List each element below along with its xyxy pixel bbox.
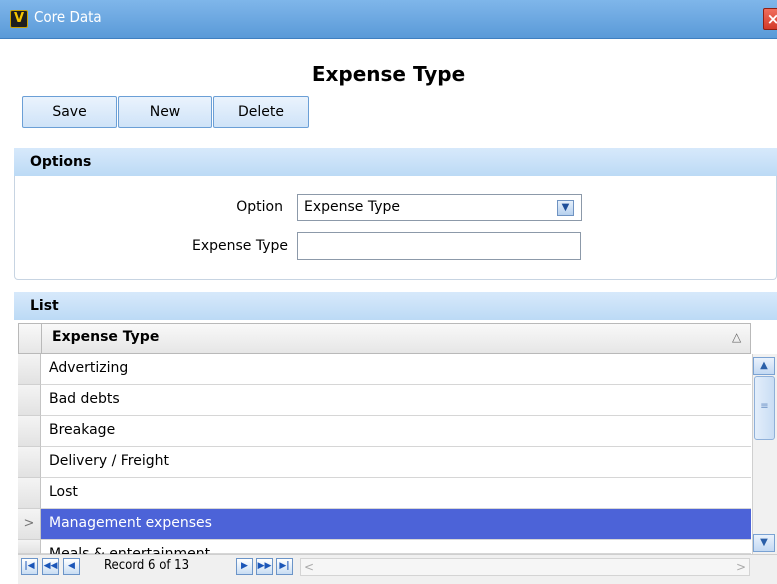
first-record-icon[interactable]: |◀ [21, 558, 38, 575]
row-selector[interactable] [18, 416, 41, 447]
chevron-down-icon[interactable]: ▼ [557, 200, 574, 216]
previous-page-icon[interactable]: ◀◀ [42, 558, 59, 575]
delete-button[interactable]: Delete [213, 96, 309, 128]
row-label: Breakage [49, 422, 116, 438]
scroll-up-icon[interactable]: ▲ [753, 357, 775, 375]
row-selector[interactable] [18, 385, 41, 416]
page-title: Expense Type [311, 62, 466, 86]
option-label: Option [236, 199, 283, 215]
scroll-thumb[interactable]: ≡ [754, 376, 775, 440]
table-row[interactable] [18, 416, 751, 447]
row-selector[interactable]: > [18, 509, 41, 540]
last-record-icon[interactable]: ▶| [276, 558, 293, 575]
close-button[interactable]: × [763, 8, 777, 30]
scroll-down-icon[interactable]: ▼ [753, 534, 775, 552]
row-selector[interactable] [18, 354, 41, 385]
option-select[interactable]: Expense Type [297, 194, 582, 221]
column-header-expense-type[interactable]: Expense Type [52, 329, 159, 345]
row-label: Delivery / Freight [49, 453, 169, 469]
list-panel-header: List [14, 292, 777, 320]
table-row[interactable] [18, 478, 751, 509]
app-logo-icon: V [10, 10, 28, 28]
expense-type-label: Expense Type [191, 238, 288, 254]
scroll-right-icon[interactable]: > [733, 558, 749, 576]
sort-icon[interactable]: △ [732, 330, 741, 344]
horizontal-scrollbar[interactable] [300, 558, 750, 576]
options-panel-header: Options [14, 148, 777, 176]
row-selector[interactable] [18, 447, 41, 478]
expense-type-input[interactable] [297, 232, 581, 260]
row-label: Meals & entertainment [49, 546, 211, 554]
options-panel [14, 176, 777, 280]
save-button[interactable]: Save [22, 96, 117, 128]
scroll-left-icon[interactable]: < [301, 558, 317, 576]
row-label: Bad debts [49, 391, 120, 407]
previous-record-icon[interactable]: ◀ [63, 558, 80, 575]
next-record-icon[interactable]: ▶ [236, 558, 253, 575]
window-title: Core Data [34, 8, 102, 26]
row-selector[interactable] [18, 478, 41, 509]
row-selector[interactable] [18, 540, 41, 554]
row-label: Management expenses [49, 515, 212, 531]
row-label: Lost [49, 484, 78, 500]
record-position: Record 6 of 13 [104, 558, 190, 573]
grid-header-divider [41, 323, 42, 354]
row-label: Advertizing [49, 360, 129, 376]
next-page-icon[interactable]: ▶▶ [256, 558, 273, 575]
new-button[interactable]: New [118, 96, 212, 128]
title-bar [0, 0, 777, 39]
table-row[interactable] [18, 385, 751, 416]
